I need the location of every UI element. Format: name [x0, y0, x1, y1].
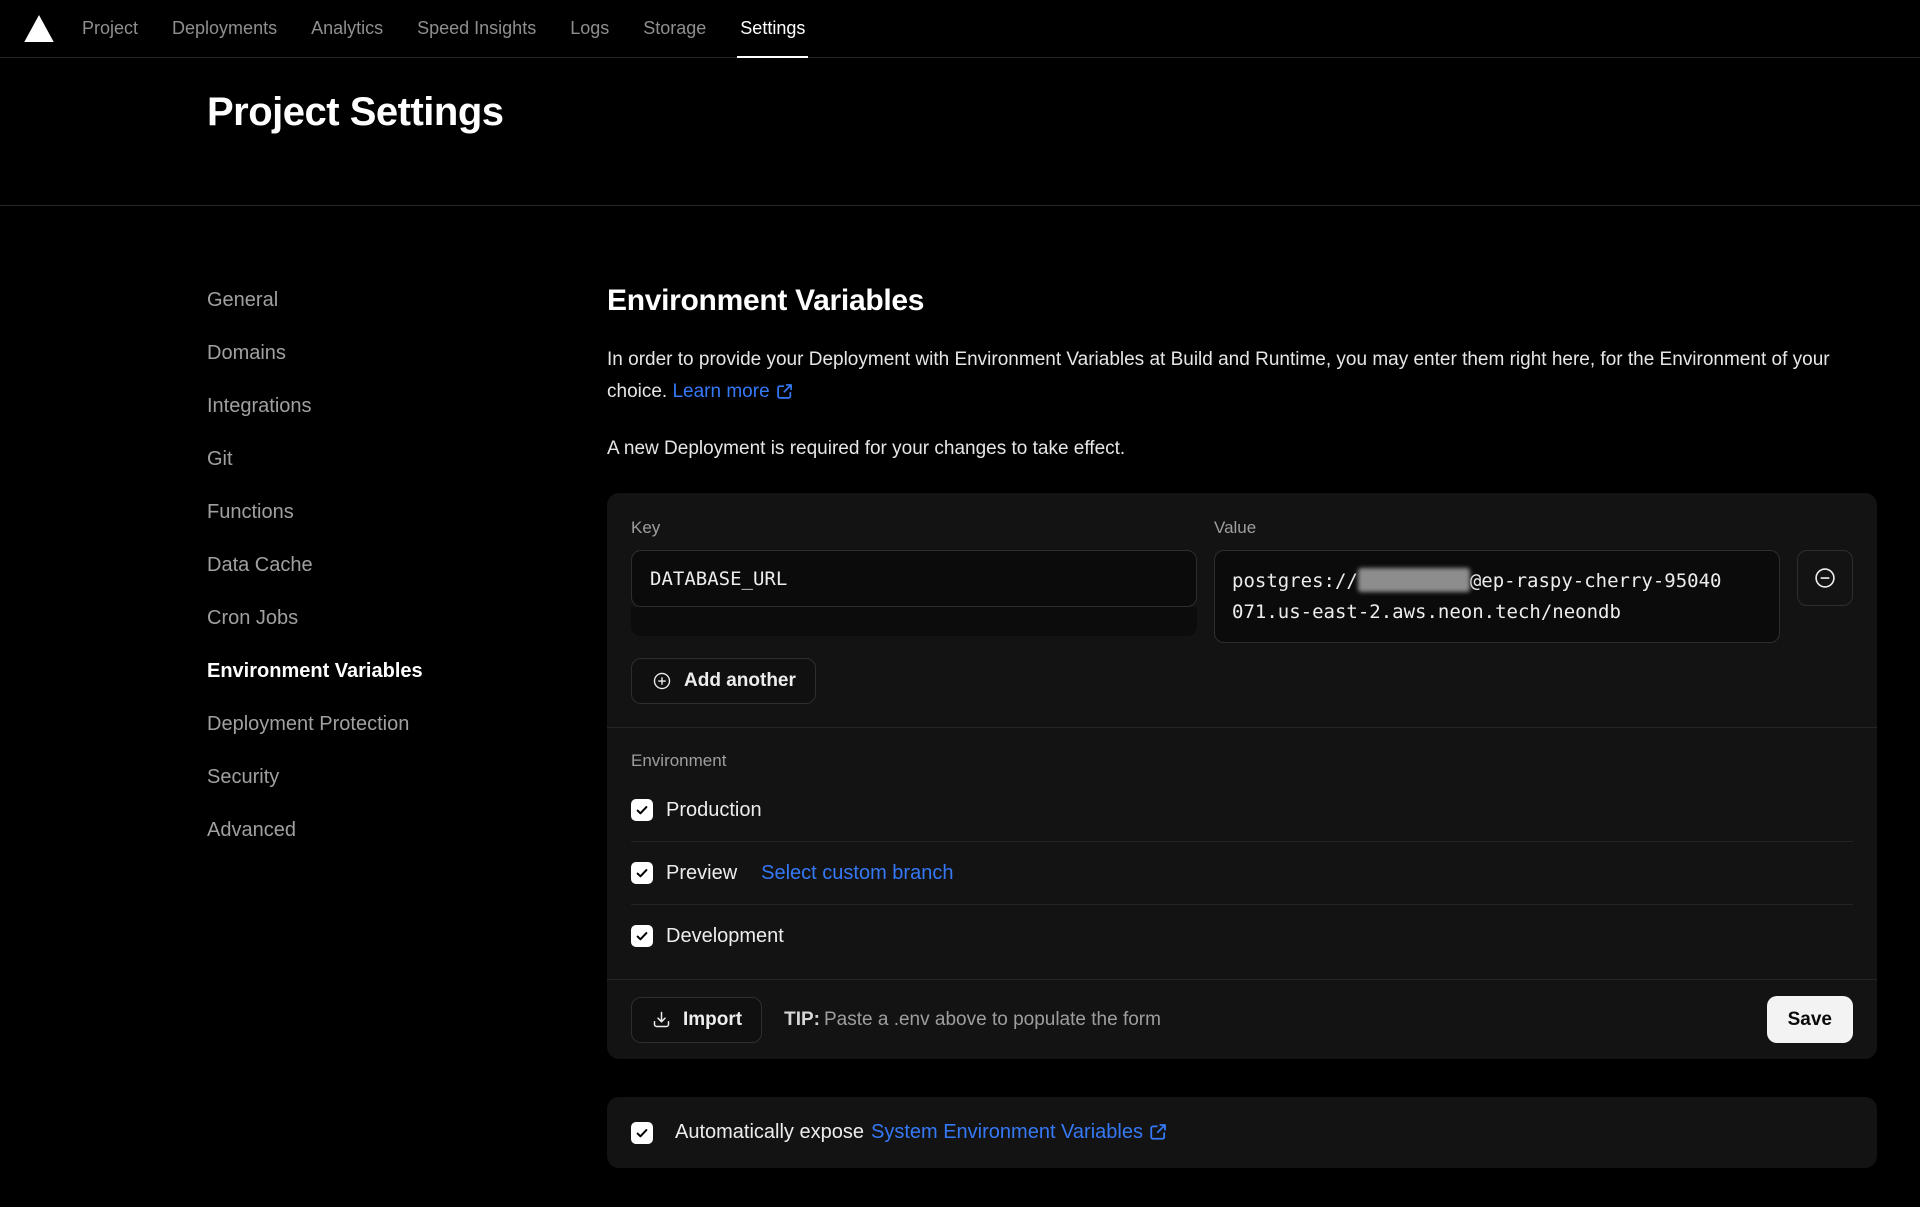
main-panel: Environment Variables In order to provid…: [607, 284, 1877, 1168]
download-icon: [651, 1009, 672, 1030]
system-env-link[interactable]: System Environment Variables: [871, 1121, 1167, 1144]
development-checkbox[interactable]: [631, 925, 653, 947]
select-custom-branch-link[interactable]: Select custom branch: [761, 862, 953, 885]
sidebar-item-deployment-protection[interactable]: Deployment Protection: [207, 713, 409, 736]
learn-more-label: Learn more: [672, 381, 769, 402]
system-env-link-label: System Environment Variables: [871, 1121, 1143, 1143]
environment-label: Environment: [631, 751, 1853, 771]
minus-circle-icon: [1812, 565, 1838, 591]
nav-tab-analytics[interactable]: Analytics: [311, 0, 383, 57]
environment-row-production: Production: [631, 779, 1853, 841]
system-env-checkbox[interactable]: [631, 1122, 653, 1144]
value-prefix: postgres://: [1232, 570, 1358, 592]
tip-text: TIP:Paste a .env above to populate the f…: [784, 1009, 1161, 1031]
sidebar-item-general[interactable]: General: [207, 289, 278, 312]
sidebar-item-advanced[interactable]: Advanced: [207, 819, 296, 842]
value-column: Value postgres:// @ep-raspy-cherry-95040 …: [1214, 517, 1780, 643]
value-input[interactable]: postgres:// @ep-raspy-cherry-95040 071.us…: [1214, 550, 1780, 643]
key-label: Key: [631, 517, 1197, 538]
production-checkbox[interactable]: [631, 799, 653, 821]
environment-row-development: Development: [631, 905, 1853, 967]
environment-row-preview: Preview Select custom branch: [631, 842, 1853, 904]
system-env-text: Automatically expose: [675, 1121, 864, 1144]
save-button[interactable]: Save: [1767, 996, 1853, 1043]
plus-circle-icon: [651, 670, 673, 692]
production-label: Production: [666, 799, 762, 822]
page-header: Project Settings: [0, 58, 1920, 206]
add-another-button[interactable]: Add another: [631, 658, 816, 704]
learn-more-link[interactable]: Learn more: [672, 381, 792, 402]
settings-sidebar: General Domains Integrations Git Functio…: [207, 284, 607, 1168]
sidebar-item-environment-variables[interactable]: Environment Variables: [207, 660, 423, 683]
sidebar-item-cron-jobs[interactable]: Cron Jobs: [207, 607, 298, 630]
nav-tab-deployments[interactable]: Deployments: [172, 0, 277, 57]
redacted-secret: [1358, 568, 1470, 592]
nav-tab-project[interactable]: Project: [82, 0, 138, 57]
key-column: Key: [631, 517, 1197, 643]
nav-tab-speed-insights[interactable]: Speed Insights: [417, 0, 536, 57]
value-host: @ep-raspy-cherry-95040: [1470, 570, 1722, 592]
remove-row-button[interactable]: [1797, 550, 1853, 606]
value-label: Value: [1214, 517, 1780, 538]
check-icon: [635, 866, 649, 880]
sidebar-item-domains[interactable]: Domains: [207, 342, 286, 365]
preview-checkbox[interactable]: [631, 862, 653, 884]
remove-column: [1797, 517, 1853, 643]
preview-label: Preview: [666, 862, 737, 885]
sidebar-item-security[interactable]: Security: [207, 766, 279, 789]
page-title: Project Settings: [207, 88, 1920, 136]
check-icon: [635, 929, 649, 943]
add-another-label: Add another: [684, 670, 796, 692]
nav-tab-settings[interactable]: Settings: [740, 0, 805, 57]
tip-body: Paste a .env above to populate the form: [824, 1009, 1161, 1030]
sidebar-item-integrations[interactable]: Integrations: [207, 395, 312, 418]
check-icon: [635, 803, 649, 817]
tip-prefix: TIP:: [784, 1009, 820, 1030]
sidebar-item-data-cache[interactable]: Data Cache: [207, 554, 313, 577]
value-line2: 071.us-east-2.aws.neon.tech/neondb: [1232, 597, 1762, 628]
check-icon: [635, 1126, 649, 1140]
import-label: Import: [683, 1009, 742, 1031]
key-value-row: Key Value postgres:// @ep-raspy-cherry-95…: [631, 517, 1853, 643]
import-button[interactable]: Import: [631, 997, 762, 1043]
content: General Domains Integrations Git Functio…: [0, 206, 1920, 1168]
external-link-icon: [1149, 1123, 1167, 1141]
env-vars-card: Key Value postgres:// @ep-raspy-cherry-95…: [607, 493, 1877, 1059]
vercel-logo-icon[interactable]: [24, 15, 54, 42]
deployment-note: A new Deployment is required for your ch…: [607, 438, 1877, 460]
key-input[interactable]: [631, 550, 1197, 607]
nav-tabs: Project Deployments Analytics Speed Insi…: [82, 0, 805, 57]
environment-section: Environment Production Preview Select cu…: [631, 728, 1853, 967]
section-description: In order to provide your Deployment with…: [607, 344, 1852, 408]
nav-tab-storage[interactable]: Storage: [643, 0, 706, 57]
development-label: Development: [666, 925, 784, 948]
system-env-card: Automatically expose System Environment …: [607, 1097, 1877, 1168]
nav-tab-logs[interactable]: Logs: [570, 0, 609, 57]
sidebar-item-git[interactable]: Git: [207, 448, 233, 471]
section-title: Environment Variables: [607, 284, 1877, 318]
key-input-shadow: [631, 607, 1197, 636]
external-link-icon: [776, 383, 793, 400]
card-footer: Import TIP:Paste a .env above to populat…: [607, 979, 1877, 1059]
top-nav: Project Deployments Analytics Speed Insi…: [0, 0, 1920, 58]
sidebar-item-functions[interactable]: Functions: [207, 501, 294, 524]
